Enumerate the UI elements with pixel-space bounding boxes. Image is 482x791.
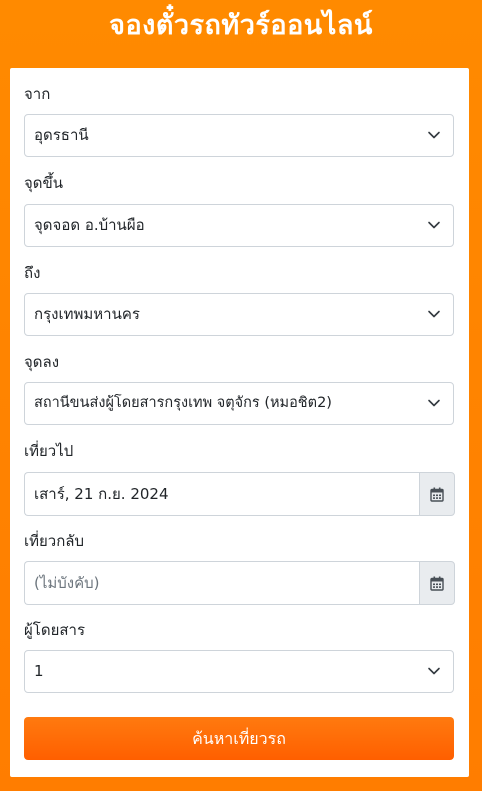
return-date-placeholder: (ไม่บังคับ) <box>34 574 100 592</box>
from-field: จาก <box>24 84 454 104</box>
chevron-down-icon <box>428 310 440 318</box>
passengers-select[interactable]: 1 <box>24 650 454 693</box>
depart-field: เที่ยวไป <box>24 441 454 461</box>
depart-calendar-button[interactable] <box>419 472 455 516</box>
dropoff-field: จุดลง <box>24 352 454 372</box>
from-select[interactable]: อุดรธานี <box>24 114 454 157</box>
page-title: จองตั๋วรถทัวร์ออนไลน์ <box>109 10 373 41</box>
calendar-icon <box>430 487 444 502</box>
to-select[interactable]: กรุงเทพมหานคร <box>24 293 454 336</box>
return-label: เที่ยวกลับ <box>24 532 85 550</box>
chevron-down-icon <box>428 221 440 229</box>
calendar-icon <box>430 576 444 591</box>
dropoff-select[interactable]: สถานีขนส่งผู้โดยสารกรุงเทพ จตุจักร (หมอช… <box>24 382 454 425</box>
pickup-field: จุดขึ้น <box>24 173 454 193</box>
from-label: จาก <box>24 85 51 103</box>
chevron-down-icon <box>428 131 440 139</box>
to-label: ถึง <box>24 264 41 282</box>
dropoff-label: จุดลง <box>24 353 60 371</box>
passengers-field: ผู้โดยสาร <box>24 620 454 640</box>
chevron-down-icon <box>428 399 440 407</box>
passengers-label: ผู้โดยสาร <box>24 621 86 639</box>
depart-label: เที่ยวไป <box>24 442 74 460</box>
depart-date-input[interactable]: เสาร์, 21 ก.ย. 2024 <box>24 472 419 516</box>
return-field: เที่ยวกลับ <box>24 531 454 551</box>
pickup-select-value: จุดจอด อ.บ้านผือ <box>34 216 145 234</box>
return-date-input[interactable]: (ไม่บังคับ) <box>24 561 419 605</box>
search-trips-button[interactable]: ค้นหาเที่ยวรถ <box>24 717 454 760</box>
to-select-value: กรุงเทพมหานคร <box>34 305 140 323</box>
pickup-label: จุดขึ้น <box>24 174 64 192</box>
depart-date-value: เสาร์, 21 ก.ย. 2024 <box>34 485 169 503</box>
pickup-select[interactable]: จุดจอด อ.บ้านผือ <box>24 204 454 247</box>
return-calendar-button[interactable] <box>419 561 455 605</box>
depart-date-group: เสาร์, 21 ก.ย. 2024 <box>24 472 455 516</box>
dropoff-select-value: สถานีขนส่งผู้โดยสารกรุงเทพ จตุจักร (หมอช… <box>34 395 332 411</box>
passengers-select-value: 1 <box>34 662 44 680</box>
to-field: ถึง <box>24 263 454 283</box>
chevron-down-icon <box>428 667 440 675</box>
booking-form-card: จาก อุดรธานี จุดขึ้น จุดจอด อ.บ้านผือ ถึ… <box>10 68 469 777</box>
return-date-group: (ไม่บังคับ) <box>24 561 455 605</box>
from-select-value: อุดรธานี <box>34 126 89 144</box>
